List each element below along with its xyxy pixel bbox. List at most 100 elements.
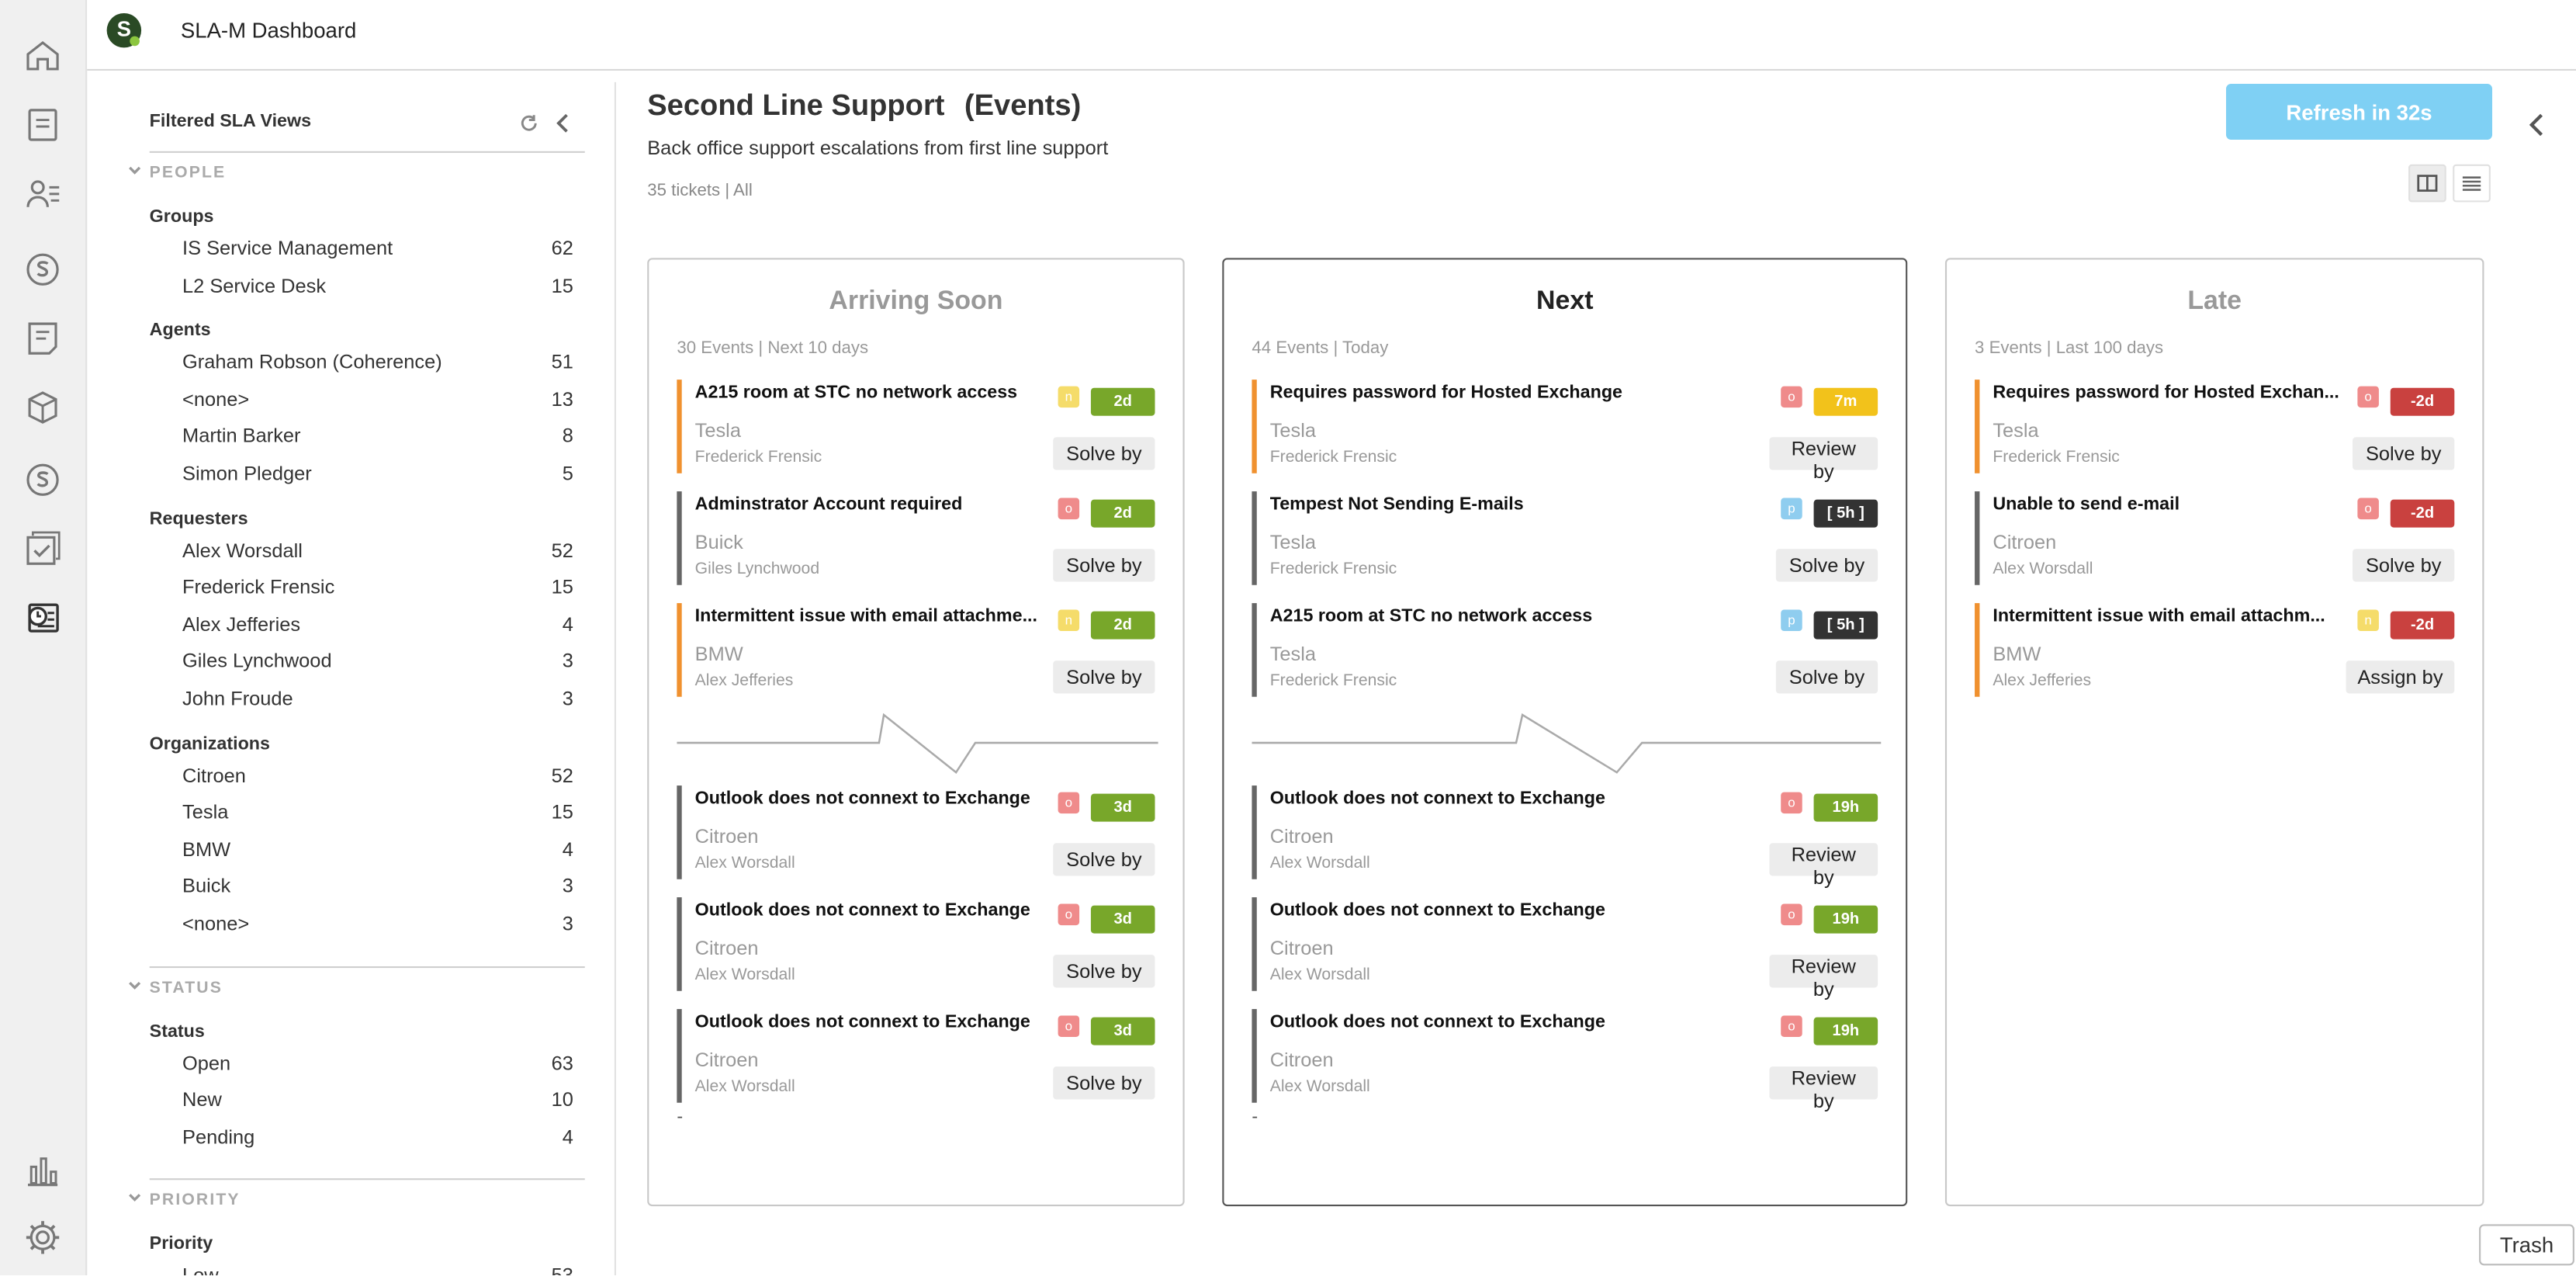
sidebar-filter-item[interactable]: Frederick Frensic 15 [182, 575, 573, 598]
sidebar-filter-item[interactable]: Graham Robson (Coherence) 51 [182, 350, 573, 373]
rail-gear-button[interactable] [23, 1218, 63, 1257]
sidebar-filter-item[interactable]: Pending 4 [182, 1125, 573, 1149]
refresh-button[interactable]: Refresh in 32s [2226, 83, 2493, 140]
sla-column-late: Late 3 Events | Last 100 days Requires pas… [1944, 258, 2484, 1207]
expand-right-panel-icon[interactable] [2525, 112, 2548, 138]
sla-action-button[interactable]: Review by [1769, 843, 1878, 889]
rail-home-button[interactable] [23, 36, 63, 76]
ticket-title: Requires password for Hosted Exchan... [1993, 383, 2339, 403]
ticket-card[interactable]: Intermittent issue with email attachm...… [1975, 603, 2458, 697]
sidebar-filter-item[interactable]: Alex Worsdall 52 [182, 539, 573, 562]
ticket-card[interactable]: Requires password for Hosted Exchan... o -… [1975, 380, 2458, 473]
ticket-title: Intermittent issue with email attachm... [1993, 606, 2325, 626]
sidebar-section-people[interactable]: PEOPLE [128, 165, 226, 182]
sidebar-filter-item[interactable]: L2 Service Desk 15 [182, 274, 573, 297]
ticket-card[interactable]: Outlook does not connext to Exchange o 3d C… [677, 897, 1158, 991]
filter-item-count: 10 [551, 1088, 573, 1111]
ticket-title: Requires password for Hosted Exchange [1269, 383, 1623, 403]
sidebar-filter-item[interactable]: Low 53 [182, 1264, 573, 1275]
ticket-card[interactable]: Intermittent issue with email attachme..… [677, 603, 1158, 697]
sidebar-filter-item[interactable]: <none> 13 [182, 387, 573, 411]
rail-people-list-button[interactable] [23, 174, 63, 213]
ticket-title: Outlook does not connext to Exchange [694, 1012, 1030, 1032]
ticket-card[interactable]: Outlook does not connext to Exchange o 3d C… [677, 785, 1158, 879]
rail-history-button[interactable] [23, 598, 63, 638]
sla-action-button[interactable]: Solve by [1053, 549, 1155, 582]
sla-action-button[interactable]: Solve by [1053, 437, 1155, 470]
columns-icon [2417, 175, 2438, 192]
list-view-button[interactable] [2453, 164, 2491, 203]
gear-icon [26, 1221, 60, 1254]
priority-badge: o [1058, 498, 1080, 520]
ticket-card[interactable]: Outlook does not connext to Exchange o 19h… [1252, 785, 1881, 889]
trash-button[interactable]: Trash [2479, 1224, 2574, 1266]
ticket-card[interactable]: Adminstrator Account required o 2d Buick Gil… [677, 491, 1158, 585]
filter-item-count: 4 [562, 837, 573, 862]
sidebar-section-status[interactable]: STATUS [128, 979, 223, 997]
sidebar-filter-item[interactable]: John Froude 3 [182, 687, 573, 710]
sidebar-filter-item[interactable]: New 10 [182, 1088, 573, 1111]
ticket-title: Outlook does not connext to Exchange [694, 900, 1030, 921]
sidebar-title: Filtered SLA Views [149, 111, 312, 132]
app-logo[interactable]: S [106, 12, 142, 48]
sidebar-section-priority[interactable]: PRIORITY [128, 1192, 240, 1210]
notes-icon [28, 322, 57, 355]
filter-item-name: <none> [182, 912, 250, 935]
rail-notes-button[interactable] [23, 319, 63, 359]
rail-bar-chart-button[interactable] [23, 1150, 63, 1190]
filter-item-count: 4 [562, 1125, 573, 1149]
sidebar-filter-item[interactable]: Tesla 15 [182, 801, 573, 824]
sla-action-button[interactable]: Solve by [1053, 955, 1155, 988]
rail-document-button[interactable] [23, 106, 63, 145]
sla-action-button[interactable]: Solve by [1775, 661, 1878, 694]
sla-action-button[interactable]: Review by [1769, 955, 1878, 1000]
sidebar-group-label: Priority [149, 1234, 213, 1255]
priority-badge: p [1781, 609, 1802, 632]
ticket-card[interactable]: Outlook does not connext to Exchange o 19h… [1252, 897, 1881, 1000]
rail-sla-s-button[interactable] [23, 250, 63, 290]
sla-action-button[interactable]: Review by [1769, 437, 1878, 484]
sidebar-filter-item[interactable]: Martin Barker 8 [182, 425, 573, 448]
page-title-text: Second Line Support [647, 88, 945, 122]
ticket-card[interactable]: A215 room at STC no network access p [ 5h … [1252, 603, 1881, 697]
sidebar-filter-item[interactable]: BMW 4 [182, 837, 573, 861]
sla-action-button[interactable]: Assign by [2346, 661, 2455, 694]
sla-action-button[interactable]: Solve by [1053, 843, 1155, 876]
sla-action-button[interactable]: Solve by [2353, 437, 2455, 470]
sla-action-button[interactable]: Solve by [1775, 549, 1878, 582]
ticket-card[interactable]: Tempest Not Sending E-mails p [ 5h ] Tesla F… [1252, 491, 1881, 585]
priority-badge: o [1781, 792, 1802, 814]
sidebar-filter-item[interactable]: Open 63 [182, 1051, 573, 1074]
column-title: Late [2187, 287, 2242, 316]
sla-action-button[interactable]: Solve by [1053, 1066, 1155, 1100]
ticket-organization: BMW [694, 642, 743, 666]
sla-action-button[interactable]: Review by [1769, 1066, 1878, 1112]
filter-item-count: 3 [562, 650, 573, 673]
rail-box-button[interactable] [23, 388, 63, 428]
rail-sla-s-button[interactable] [23, 460, 63, 500]
sidebar-filter-item[interactable]: Citroen 52 [182, 764, 573, 787]
sidebar-filter-item[interactable]: Buick 3 [182, 875, 573, 898]
ticket-requester: Alex Worsdall [694, 1077, 795, 1097]
ticket-card[interactable]: Outlook does not connext to Exchange o 3d C… [677, 1009, 1158, 1103]
filter-item-name: Simon Pledger [182, 461, 312, 485]
column-view-button[interactable] [2408, 164, 2446, 203]
sidebar-filter-item[interactable]: Simon Pledger 5 [182, 462, 573, 485]
sla-time-badge: -2d [2390, 611, 2455, 640]
ticket-card[interactable]: A215 room at STC no network access n 2d Tes… [677, 380, 1158, 473]
collapse-sidebar-icon[interactable] [556, 113, 572, 133]
sidebar-filter-item[interactable]: <none> 3 [182, 912, 573, 935]
refresh-icon[interactable] [519, 113, 538, 133]
sla-action-button[interactable]: Solve by [1053, 661, 1155, 694]
ticket-card[interactable]: Requires password for Hosted Exchange o 7m… [1252, 380, 1881, 484]
page-title: Second Line Support (Events) [647, 88, 1081, 123]
sidebar-filter-item[interactable]: Alex Jefferies 4 [182, 612, 573, 636]
sla-action-button[interactable]: Solve by [2353, 549, 2455, 582]
sidebar-filter-item[interactable]: Giles Lynchwood 3 [182, 650, 573, 673]
rail-checklist-button[interactable] [23, 529, 63, 569]
ticket-card[interactable]: Outlook does not connext to Exchange o 19h… [1252, 1009, 1881, 1112]
ticket-title: A215 room at STC no network access [1269, 606, 1593, 626]
sla-time-badge: -2d [2390, 387, 2455, 416]
ticket-card[interactable]: Unable to send e-mail o -2d Citroen Alex Wor… [1975, 491, 2458, 585]
sidebar-filter-item[interactable]: IS Service Management 62 [182, 237, 573, 260]
